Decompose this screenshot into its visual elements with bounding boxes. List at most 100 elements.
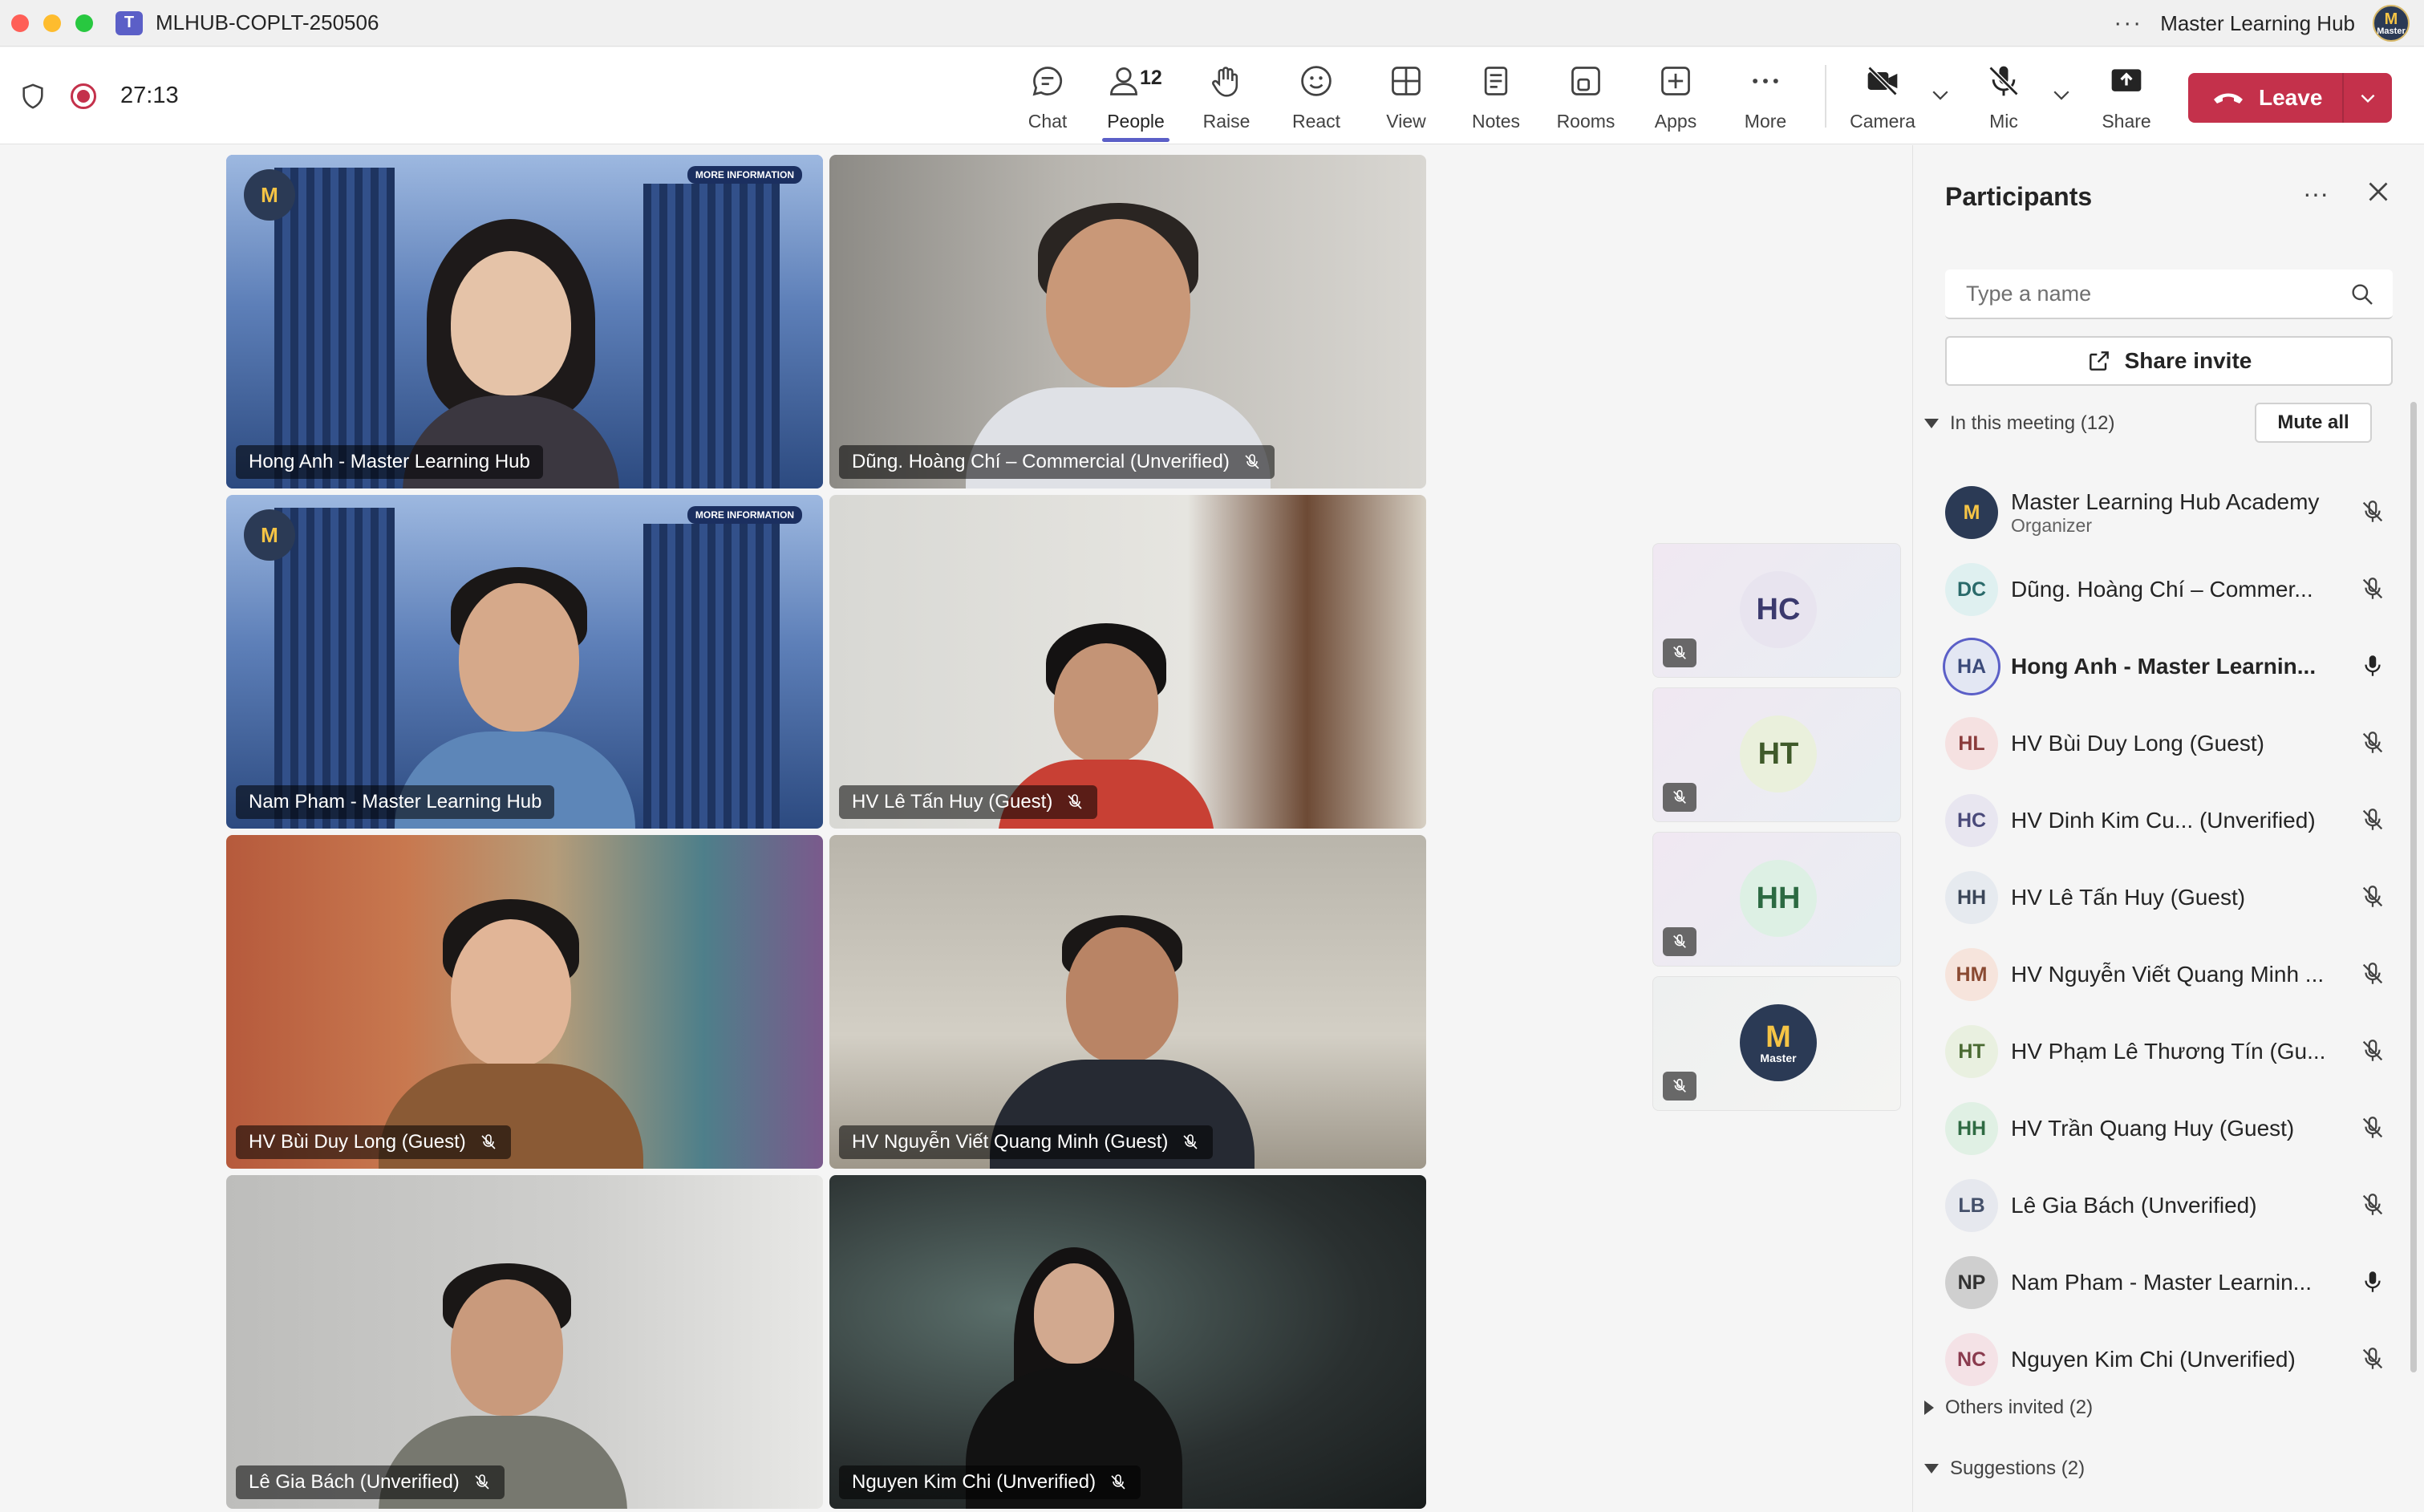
panel-scrollbar[interactable] bbox=[2410, 402, 2417, 1372]
participant-row[interactable]: HL HV Bùi Duy Long (Guest) bbox=[1945, 705, 2386, 782]
notes-button[interactable]: Notes bbox=[1456, 63, 1536, 132]
mic-off-icon[interactable] bbox=[2359, 1345, 2386, 1372]
search-input[interactable]: Type a name bbox=[1945, 270, 2393, 319]
camera-options-chevron-icon[interactable] bbox=[1928, 83, 1952, 107]
video-tile[interactable]: HV Bùi Duy Long (Guest) bbox=[226, 835, 823, 1169]
camera-button[interactable]: Camera bbox=[1842, 63, 1923, 132]
avatar: HC bbox=[1740, 571, 1817, 648]
mic-off-icon[interactable] bbox=[2359, 1191, 2386, 1218]
org-avatar[interactable]: M Master bbox=[2373, 5, 2410, 42]
mic-off-icon[interactable] bbox=[2359, 498, 2386, 525]
mic-on-icon[interactable] bbox=[2359, 652, 2386, 679]
zoom-window-button[interactable] bbox=[75, 14, 93, 32]
mic-off-icon[interactable] bbox=[2359, 1114, 2386, 1141]
in-meeting-section-toggle[interactable]: In this meeting (12) bbox=[1924, 412, 2114, 435]
participant-name: HV Lê Tấn Huy (Guest) bbox=[852, 791, 1053, 813]
mic-options-chevron-icon[interactable] bbox=[2049, 83, 2073, 107]
mic-off-icon[interactable] bbox=[2359, 729, 2386, 756]
view-icon bbox=[1392, 67, 1421, 95]
shield-icon[interactable] bbox=[19, 83, 47, 110]
audio-only-tile[interactable]: HH bbox=[1652, 832, 1901, 967]
leave-button[interactable]: Leave bbox=[2188, 73, 2392, 123]
mic-off-icon bbox=[1663, 783, 1696, 812]
people-button[interactable]: 12 People bbox=[1096, 63, 1176, 142]
audio-only-tile[interactable]: HC bbox=[1652, 543, 1901, 678]
avatar: HT bbox=[1945, 1025, 1998, 1078]
participants-panel: Participants ··· Type a name Share invit… bbox=[1912, 145, 2424, 1512]
expand-chevron-icon bbox=[1924, 1401, 1934, 1415]
mic-off-icon[interactable] bbox=[2359, 883, 2386, 910]
share-button[interactable]: Share bbox=[2086, 63, 2167, 132]
raise-hand-button[interactable]: Raise bbox=[1186, 63, 1267, 132]
react-icon bbox=[1301, 66, 1332, 96]
participant-name: Lê Gia Bách (Unverified) bbox=[2011, 1193, 2257, 1218]
participant-name: Dũng. Hoàng Chí – Commer... bbox=[2011, 577, 2313, 602]
react-button[interactable]: React bbox=[1276, 63, 1356, 132]
video-tile[interactable]: Lê Gia Bách (Unverified) bbox=[226, 1175, 823, 1509]
share-invite-button[interactable]: Share invite bbox=[1945, 336, 2393, 386]
more-button[interactable]: More bbox=[1725, 63, 1806, 132]
mic-off-icon[interactable] bbox=[2359, 1037, 2386, 1064]
video-tile[interactable]: Nguyen Kim Chi (Unverified) bbox=[829, 1175, 1426, 1509]
window-controls bbox=[11, 14, 93, 32]
video-tile[interactable]: HV Nguyễn Viết Quang Minh (Guest) bbox=[829, 835, 1426, 1169]
leave-options-chevron-icon[interactable] bbox=[2344, 87, 2392, 108]
close-window-button[interactable] bbox=[11, 14, 29, 32]
mic-button[interactable]: Mic bbox=[1964, 63, 2044, 132]
people-icon bbox=[1110, 67, 1137, 95]
participant-name: HV Phạm Lê Thương Tín (Gu... bbox=[2011, 1039, 2326, 1064]
participant-row[interactable]: NP Nam Pham - Master Learnin... bbox=[1945, 1244, 2386, 1321]
participant-row[interactable]: LB Lê Gia Bách (Unverified) bbox=[1945, 1167, 2386, 1244]
collapse-chevron-icon bbox=[1924, 419, 1939, 428]
participant-row[interactable]: M Master Learning Hub Academy Organizer bbox=[1945, 474, 2386, 551]
avatar: HH bbox=[1740, 860, 1817, 937]
others-invited-section-toggle[interactable]: Others invited (2) bbox=[1924, 1396, 2093, 1419]
mic-off-icon[interactable] bbox=[2359, 960, 2386, 987]
video-tile[interactable]: HV Lê Tấn Huy (Guest) bbox=[829, 495, 1426, 829]
participant-name: Lê Gia Bách (Unverified) bbox=[249, 1471, 460, 1493]
mic-off-icon[interactable] bbox=[2359, 806, 2386, 833]
video-tile[interactable]: M MORE INFORMATION Nam Pham - Master Lea… bbox=[226, 495, 823, 829]
participant-row[interactable]: HT HV Phạm Lê Thương Tín (Gu... bbox=[1945, 1013, 2386, 1090]
hang-up-icon bbox=[2214, 93, 2243, 103]
audio-only-tile[interactable]: M Master bbox=[1652, 976, 1901, 1111]
participant-row[interactable]: DC Dũng. Hoàng Chí – Commer... bbox=[1945, 551, 2386, 628]
apps-button[interactable]: Apps bbox=[1636, 63, 1716, 132]
mic-off-icon bbox=[1183, 1134, 1198, 1149]
more-information-banner: MORE INFORMATION bbox=[687, 166, 802, 184]
participant-row[interactable]: HM HV Nguyễn Viết Quang Minh ... bbox=[1945, 936, 2386, 1013]
notes-icon bbox=[1484, 67, 1508, 95]
audio-only-tile[interactable]: HT bbox=[1652, 687, 1901, 822]
org-name: Master Learning Hub bbox=[2160, 10, 2355, 35]
participant-row[interactable]: HA Hong Anh - Master Learnin... bbox=[1945, 628, 2386, 705]
rooms-button[interactable]: Rooms bbox=[1546, 63, 1626, 132]
video-tile[interactable]: M MORE INFORMATION Hong Anh - Master Lea… bbox=[226, 155, 823, 488]
meeting-timer: 27:13 bbox=[120, 83, 179, 108]
participant-name: Dũng. Hoàng Chí – Commercial (Unverified… bbox=[852, 451, 1230, 472]
mic-off-icon[interactable] bbox=[2359, 575, 2386, 602]
video-tile[interactable]: Dũng. Hoàng Chí – Commercial (Unverified… bbox=[829, 155, 1426, 488]
mute-all-button[interactable]: Mute all bbox=[2255, 403, 2372, 443]
participant-role: Organizer bbox=[2011, 514, 2092, 536]
suggestions-section-toggle[interactable]: Suggestions (2) bbox=[1924, 1457, 2085, 1480]
participant-name: Nam Pham - Master Learnin... bbox=[2011, 1270, 2313, 1295]
mic-on-icon[interactable] bbox=[2359, 1268, 2386, 1295]
participant-row[interactable]: HH HV Lê Tấn Huy (Guest) bbox=[1945, 859, 2386, 936]
minimize-window-button[interactable] bbox=[43, 14, 61, 32]
avatar: HL bbox=[1945, 717, 1998, 770]
chat-button[interactable]: Chat bbox=[1007, 63, 1088, 132]
close-icon[interactable] bbox=[2364, 177, 2393, 206]
more-options-icon[interactable]: ··· bbox=[2114, 10, 2142, 37]
panel-more-options-icon[interactable]: ··· bbox=[2303, 179, 2329, 209]
participant-row[interactable]: NC Nguyen Kim Chi (Unverified) bbox=[1945, 1321, 2386, 1398]
avatar: M Master bbox=[1740, 1004, 1817, 1081]
recording-icon bbox=[71, 83, 96, 109]
share-icon bbox=[2111, 69, 2142, 91]
participant-row[interactable]: HH HV Trần Quang Huy (Guest) bbox=[1945, 1090, 2386, 1167]
participant-name: Master Learning Hub Academy bbox=[2011, 488, 2320, 514]
panel-title: Participants bbox=[1945, 182, 2093, 211]
view-button[interactable]: View bbox=[1366, 63, 1446, 132]
mic-off-icon bbox=[1245, 454, 1259, 469]
participant-row[interactable]: HC HV Dinh Kim Cu... (Unverified) bbox=[1945, 782, 2386, 859]
participant-name: HV Trần Quang Huy (Guest) bbox=[2011, 1116, 2295, 1141]
